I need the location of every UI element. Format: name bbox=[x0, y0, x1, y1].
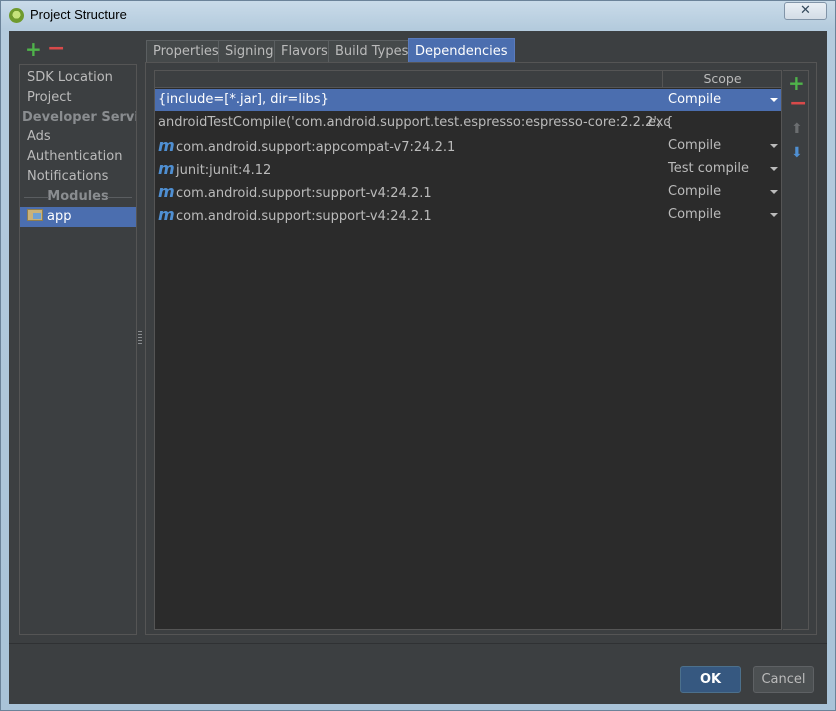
table-row[interactable]: androidTestCompile('com.android.support.… bbox=[155, 112, 781, 134]
ok-button[interactable]: OK bbox=[680, 666, 741, 693]
sidebar-item-authentication[interactable]: Authentication bbox=[20, 147, 136, 167]
move-down-icon[interactable]: ⬇ bbox=[791, 145, 803, 161]
scope-cell[interactable]: Compile bbox=[668, 89, 721, 111]
table-header: Scope bbox=[155, 71, 781, 88]
scope-cell[interactable]: Compile bbox=[668, 181, 721, 203]
project-structure-window: Project Structure ✕ + − SDK Location Pro… bbox=[0, 0, 836, 711]
dependency-cell: mcom.android.support:support-v4:24.2.1 bbox=[158, 181, 432, 205]
tab-build-types[interactable]: Build Types bbox=[328, 40, 416, 62]
dependency-cell: {include=[*.jar], dir=libs} bbox=[158, 92, 329, 107]
scope-cell: exc bbox=[648, 115, 671, 130]
maven-icon: m bbox=[158, 136, 175, 155]
scope-cell[interactable]: Test compile bbox=[668, 158, 749, 180]
tab-signing[interactable]: Signing bbox=[218, 40, 281, 62]
maven-icon: m bbox=[158, 205, 175, 224]
dependencies-toolbar: + − ⬆ ⬇ bbox=[783, 70, 809, 630]
sidebar-header-modules: Modules bbox=[20, 187, 136, 207]
dependencies-table: Scope {include=[*.jar], dir=libs} Compil… bbox=[154, 70, 782, 630]
footer-divider bbox=[9, 643, 827, 644]
column-header-scope[interactable]: Scope bbox=[664, 71, 781, 87]
divider bbox=[24, 197, 49, 198]
remove-icon[interactable]: − bbox=[47, 36, 65, 61]
divider bbox=[107, 197, 132, 198]
cancel-button[interactable]: Cancel bbox=[753, 666, 814, 693]
scope-cell[interactable]: Compile bbox=[668, 135, 721, 157]
sidebar-item-app[interactable]: app bbox=[20, 207, 136, 227]
sidebar-header-developer-services: Developer Servic... bbox=[22, 110, 136, 125]
module-folder-icon bbox=[27, 209, 43, 221]
maven-icon: m bbox=[158, 182, 175, 201]
dependency-label: com.android.support:appcompat-v7:24.2.1 bbox=[176, 140, 456, 155]
table-row[interactable]: mcom.android.support:support-v4:24.2.1 C… bbox=[155, 204, 781, 226]
splitter-handle[interactable] bbox=[138, 331, 142, 345]
table-row[interactable]: mcom.android.support:support-v4:24.2.1 C… bbox=[155, 181, 781, 203]
dependency-label: junit:junit:4.12 bbox=[176, 163, 272, 178]
window-title: Project Structure bbox=[30, 7, 127, 22]
tab-dependencies[interactable]: Dependencies bbox=[408, 38, 515, 62]
close-button[interactable]: ✕ bbox=[784, 2, 827, 20]
table-row[interactable]: {include=[*.jar], dir=libs} Compile bbox=[155, 89, 781, 111]
tab-flavors[interactable]: Flavors bbox=[274, 40, 335, 62]
android-studio-icon bbox=[9, 8, 24, 23]
tab-properties[interactable]: Properties bbox=[146, 40, 226, 62]
modules-label: Modules bbox=[47, 189, 109, 204]
table-row[interactable]: mjunit:junit:4.12 Test compile bbox=[155, 158, 781, 180]
sidebar: SDK Location Project Developer Servic...… bbox=[19, 64, 137, 635]
dependency-label: com.android.support:support-v4:24.2.1 bbox=[176, 186, 432, 201]
chevron-down-icon[interactable] bbox=[770, 167, 778, 171]
sidebar-item-sdk-location[interactable]: SDK Location bbox=[20, 68, 136, 88]
maven-icon: m bbox=[158, 159, 175, 178]
dialog-body: + − SDK Location Project Developer Servi… bbox=[9, 31, 827, 704]
title-bar: Project Structure ✕ bbox=[1, 1, 835, 29]
add-icon[interactable]: + bbox=[25, 37, 42, 61]
chevron-down-icon[interactable] bbox=[770, 190, 778, 194]
dependency-label: com.android.support:support-v4:24.2.1 bbox=[176, 209, 432, 224]
chevron-down-icon[interactable] bbox=[770, 98, 778, 102]
move-up-icon[interactable]: ⬆ bbox=[791, 121, 803, 137]
dependency-cell: androidTestCompile('com.android.support.… bbox=[158, 115, 674, 130]
dependency-cell: mjunit:junit:4.12 bbox=[158, 158, 271, 182]
dependency-cell: mcom.android.support:appcompat-v7:24.2.1 bbox=[158, 135, 455, 159]
chevron-down-icon[interactable] bbox=[770, 213, 778, 217]
remove-dependency-icon[interactable]: − bbox=[789, 91, 807, 116]
sidebar-item-project[interactable]: Project bbox=[20, 88, 136, 108]
dependency-cell: mcom.android.support:support-v4:24.2.1 bbox=[158, 204, 432, 228]
sidebar-item-label: app bbox=[47, 209, 72, 224]
chevron-down-icon[interactable] bbox=[770, 144, 778, 148]
sidebar-item-notifications[interactable]: Notifications bbox=[20, 167, 136, 187]
table-row[interactable]: mcom.android.support:appcompat-v7:24.2.1… bbox=[155, 135, 781, 157]
sidebar-item-ads[interactable]: Ads bbox=[20, 127, 136, 147]
column-header-dependency[interactable] bbox=[155, 71, 663, 87]
scope-cell[interactable]: Compile bbox=[668, 204, 721, 226]
